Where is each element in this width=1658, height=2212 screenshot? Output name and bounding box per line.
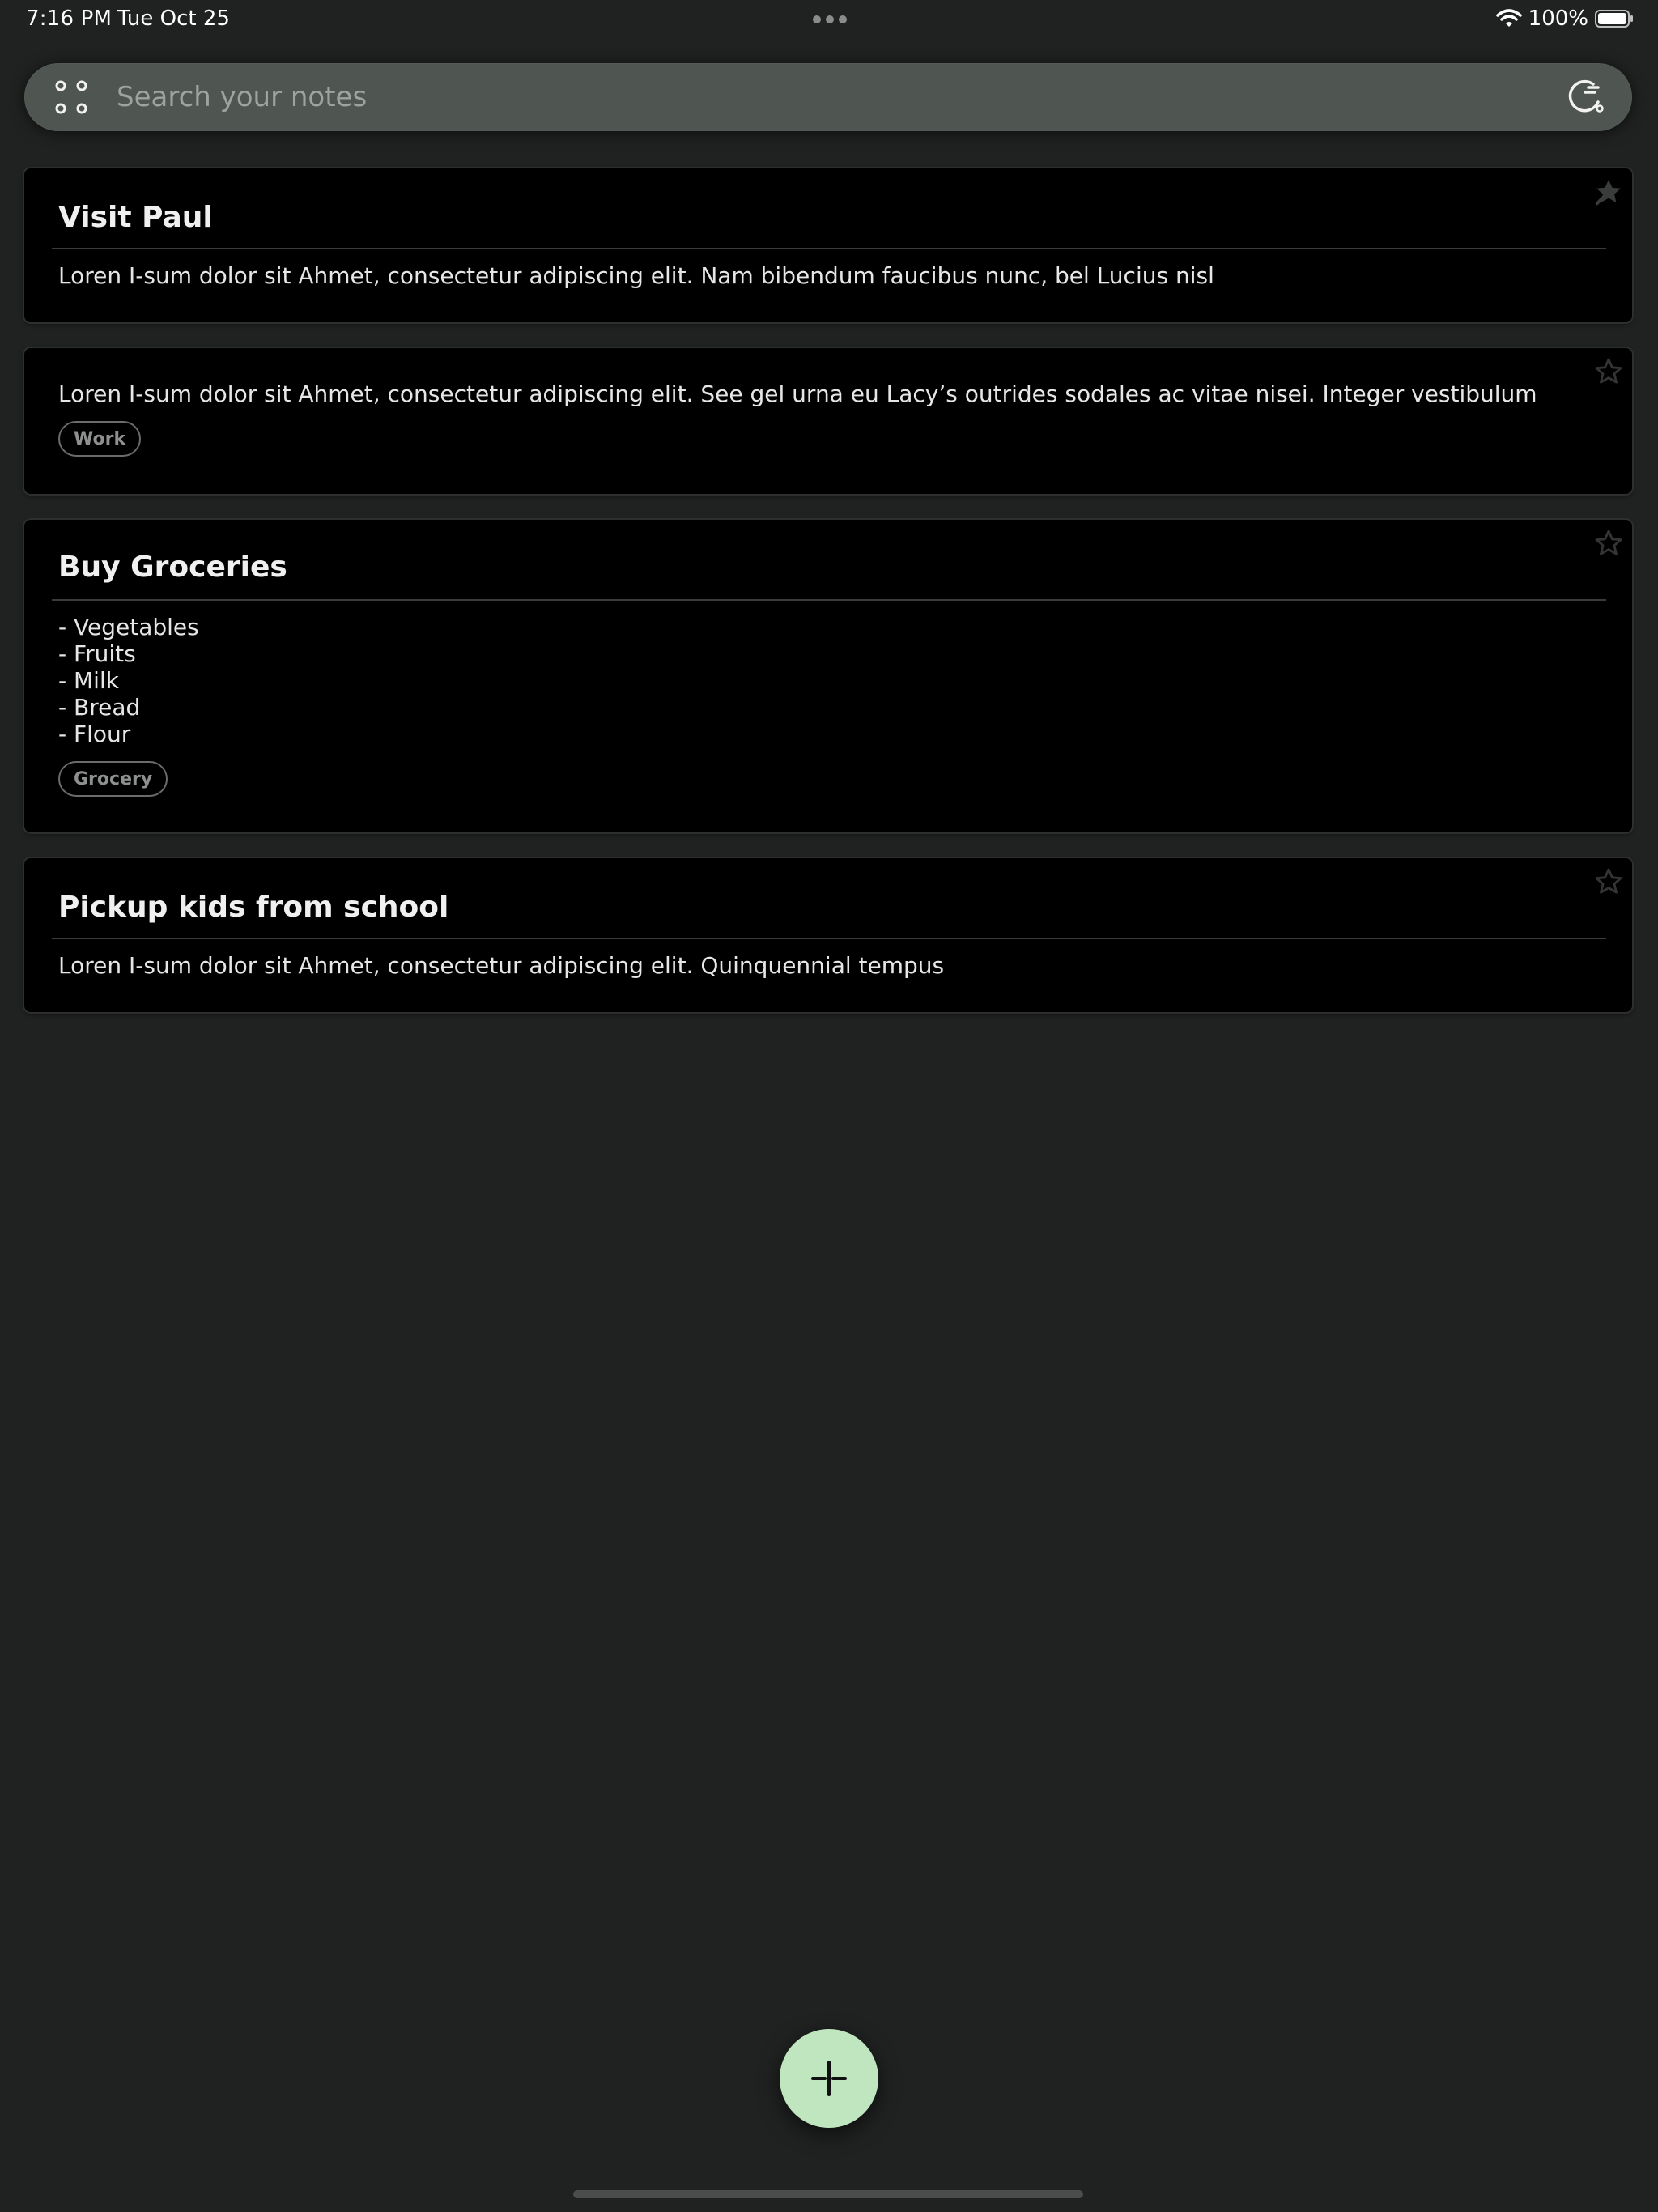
title-divider xyxy=(52,248,1606,249)
wifi-icon xyxy=(1495,9,1522,27)
search-input[interactable] xyxy=(117,79,1541,115)
title-divider xyxy=(52,599,1606,601)
note-card-visit-paul[interactable]: Visit Paul Loren I-sum dolor sit Ahmet, … xyxy=(24,168,1632,322)
star-outline-icon[interactable] xyxy=(1593,356,1624,387)
note-card-buy-groceries[interactable]: Buy Groceries - Vegetables - Fruits - Mi… xyxy=(24,520,1632,832)
note-body: Loren I-sum dolor sit Ahmet, consectetur… xyxy=(58,381,1537,407)
pinned-star-icon[interactable] xyxy=(1593,177,1624,207)
status-time: 7:16 PM xyxy=(26,6,113,31)
note-card-work[interactable]: Loren I-sum dolor sit Ahmet, consectetur… xyxy=(24,348,1632,494)
title-divider xyxy=(52,938,1606,939)
status-indicators: 100% xyxy=(1495,6,1634,31)
tag-chip-work[interactable]: Work xyxy=(58,421,142,457)
list-item: - Bread xyxy=(58,694,141,721)
add-note-button[interactable] xyxy=(780,2029,878,2128)
star-outline-icon[interactable] xyxy=(1593,528,1624,559)
note-checklist: - Vegetables - Fruits - Milk - Bread - F… xyxy=(58,614,199,747)
note-title: Visit Paul xyxy=(58,201,213,234)
note-title: Pickup kids from school xyxy=(58,891,449,924)
note-title: Buy Groceries xyxy=(58,551,287,584)
list-item: - Milk xyxy=(58,667,119,694)
scan-icon[interactable] xyxy=(55,79,87,115)
multitasking-handle[interactable] xyxy=(813,15,847,23)
note-body: Loren I-sum dolor sit Ahmet, consectetur… xyxy=(58,952,945,979)
list-item: - Vegetables xyxy=(58,614,199,640)
tag-chip-grocery[interactable]: Grocery xyxy=(58,761,168,797)
sync-icon[interactable] xyxy=(1566,78,1605,117)
battery-icon xyxy=(1595,10,1633,28)
list-item: - Fruits xyxy=(58,640,136,667)
list-item: - Flour xyxy=(58,721,131,747)
battery-percentage: 100% xyxy=(1528,6,1588,31)
status-bar: 7:16 PM Tue Oct 25 100% xyxy=(0,0,1658,39)
note-card-pickup-kids[interactable]: Pickup kids from school Loren I-sum dolo… xyxy=(24,858,1632,1012)
status-date: Tue Oct 25 xyxy=(117,6,230,31)
star-outline-icon[interactable] xyxy=(1593,866,1624,897)
note-body: Loren I-sum dolor sit Ahmet, consectetur… xyxy=(58,262,1214,289)
home-indicator[interactable] xyxy=(573,2190,1083,2198)
plus-icon xyxy=(811,2061,847,2096)
